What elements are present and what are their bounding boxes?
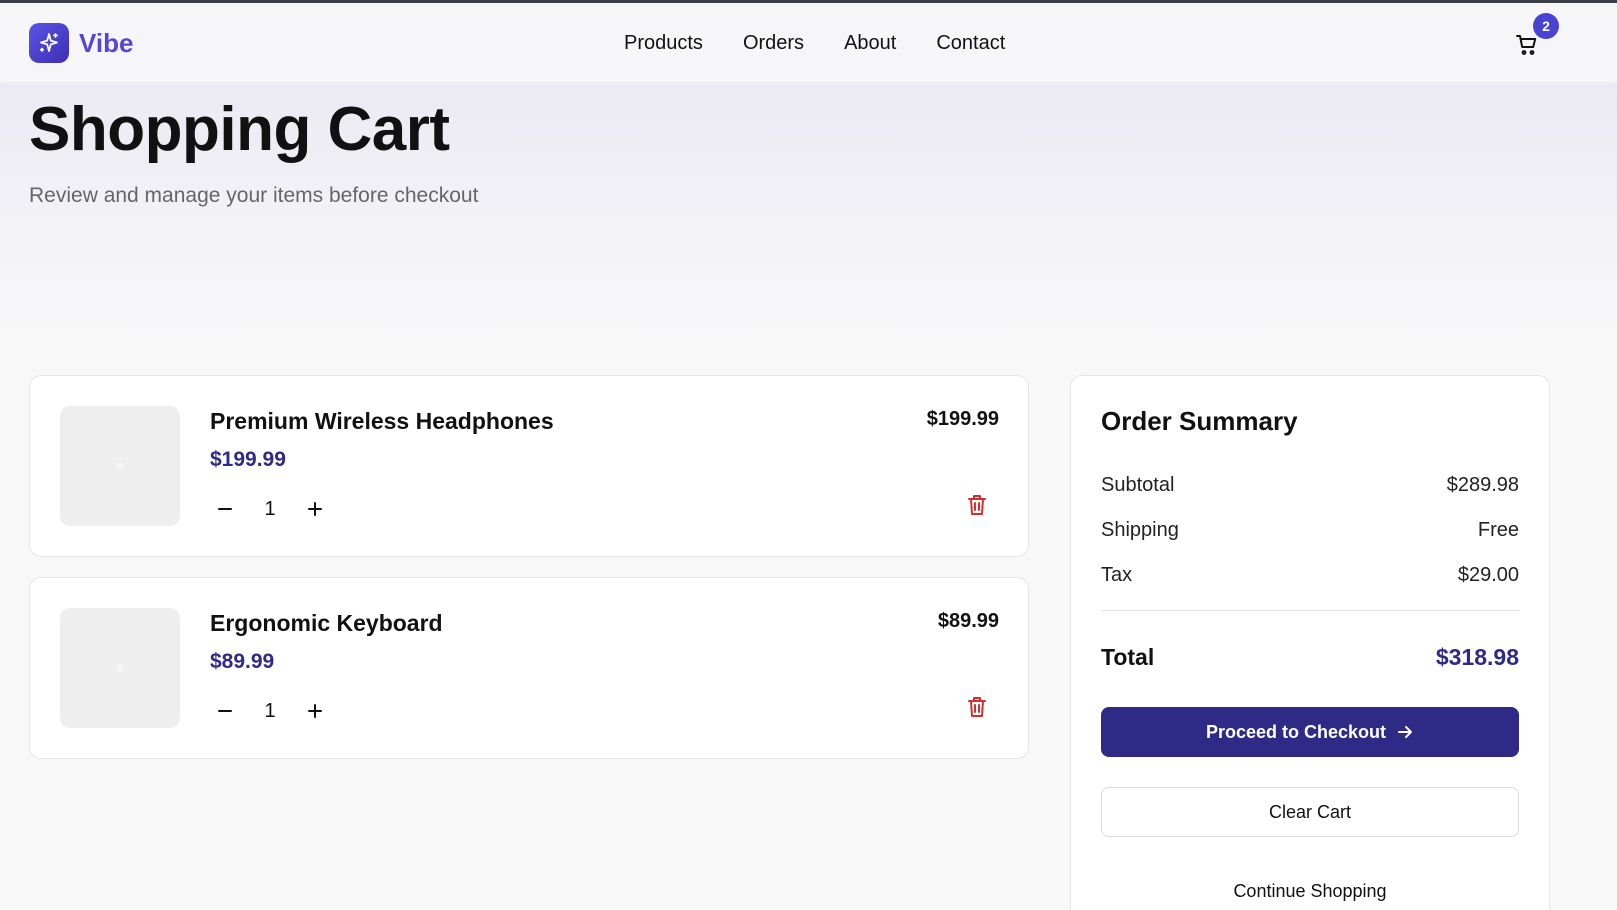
decrease-quantity-button[interactable] <box>210 494 240 524</box>
increase-quantity-button[interactable] <box>300 494 330 524</box>
item-name: Ergonomic Keyboard <box>210 610 443 636</box>
continue-shopping-link[interactable]: Continue Shopping <box>1101 881 1519 902</box>
cart-item: Premium Wireless Headphones $199.99 1 $1… <box>29 375 1029 557</box>
total-value: $318.98 <box>1435 644 1519 670</box>
arrow-right-icon <box>1398 726 1413 738</box>
cart-icon[interactable] <box>1515 33 1539 57</box>
quantity-stepper: 1 <box>210 494 330 524</box>
item-unit-price: $89.99 <box>210 650 275 673</box>
subtotal-row: Subtotal $289.98 <box>1101 474 1519 497</box>
total-label: Total <box>1101 644 1155 670</box>
image-placeholder-icon <box>116 462 124 470</box>
main-nav: Products Orders About Contact <box>624 32 1005 55</box>
minus-icon <box>218 710 232 712</box>
proceed-to-checkout-button[interactable]: Proceed to Checkout <box>1101 707 1519 757</box>
brand-name: Vibe <box>79 27 134 58</box>
shipping-value: Free <box>1477 519 1519 541</box>
page-subtitle: Review and manage your items before chec… <box>29 184 479 207</box>
nav-orders[interactable]: Orders <box>743 32 804 55</box>
quantity-stepper: 1 <box>210 696 330 726</box>
site-header: Vibe Products Orders About Contact 2 <box>0 3 1617 83</box>
page-title: Shopping Cart <box>29 95 450 164</box>
clear-cart-button[interactable]: Clear Cart <box>1101 787 1519 837</box>
product-image-placeholder <box>60 406 180 526</box>
plus-icon <box>308 704 322 718</box>
tax-label: Tax <box>1101 564 1133 586</box>
brand-logo[interactable]: Vibe <box>29 23 133 63</box>
nav-contact[interactable]: Contact <box>936 32 1005 55</box>
item-line-total: $199.99 <box>926 408 999 430</box>
nav-products[interactable]: Products <box>624 32 703 55</box>
item-line-total: $89.99 <box>937 610 999 632</box>
quantity-value: 1 <box>264 699 276 722</box>
decrease-quantity-button[interactable] <box>210 696 240 726</box>
shipping-label: Shipping <box>1101 519 1179 541</box>
plus-icon <box>308 502 322 516</box>
increase-quantity-button[interactable] <box>300 696 330 726</box>
trash-icon[interactable] <box>966 493 988 517</box>
total-row: Total $318.98 <box>1101 644 1519 671</box>
product-image-placeholder <box>60 608 180 728</box>
subtotal-label: Subtotal <box>1101 474 1175 496</box>
checkout-button-label: Proceed to Checkout <box>1205 721 1387 742</box>
subtotal-value: $289.98 <box>1446 474 1519 496</box>
sparkle-icon <box>29 23 69 63</box>
tax-row: Tax $29.00 <box>1101 564 1519 587</box>
summary-divider <box>1101 610 1519 611</box>
trash-icon[interactable] <box>966 695 988 719</box>
order-summary-title: Order Summary <box>1101 406 1298 436</box>
item-name: Premium Wireless Headphones <box>210 408 554 434</box>
image-placeholder-icon <box>116 664 124 672</box>
item-unit-price: $199.99 <box>210 448 286 471</box>
tax-value: $29.00 <box>1457 564 1519 586</box>
cart-item: Ergonomic Keyboard $89.99 1 $89.99 <box>29 577 1029 759</box>
cart-count-badge: 2 <box>1533 13 1559 39</box>
order-summary-panel: Order Summary Subtotal $289.98 Shipping … <box>1070 375 1550 910</box>
quantity-value: 1 <box>264 497 276 520</box>
minus-icon <box>218 508 232 510</box>
shipping-row: Shipping Free <box>1101 519 1519 542</box>
nav-about[interactable]: About <box>844 32 896 55</box>
